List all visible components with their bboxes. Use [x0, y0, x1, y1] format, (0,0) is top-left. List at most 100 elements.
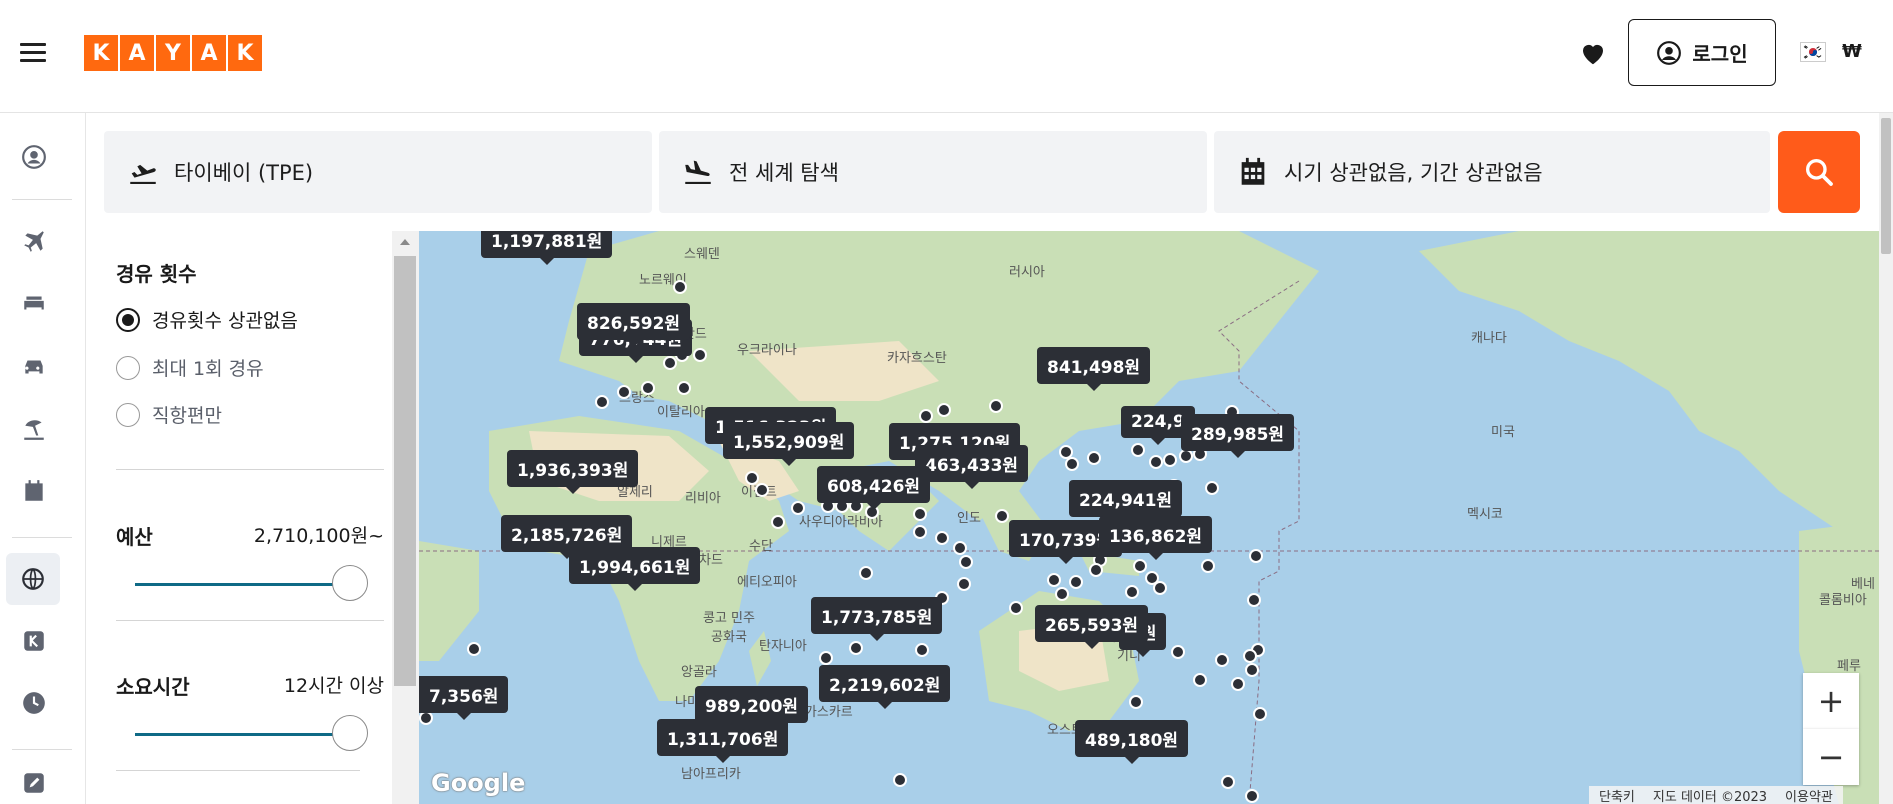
price-pin[interactable]: 224,941원 [1069, 480, 1183, 524]
destination-dot[interactable] [1193, 673, 1207, 687]
history-clock-icon[interactable] [16, 685, 52, 721]
price-pin[interactable]: 826,592원 [577, 303, 691, 347]
destination-dot[interactable] [1247, 593, 1261, 607]
destination-dot[interactable] [641, 381, 655, 395]
world-map[interactable]: 스웨덴 노르웨이 러시아 폴란드 우크라이나 카자흐스탄 몽골 프랑스 이탈리아… [419, 231, 1879, 804]
filter-scrollbar[interactable] [392, 231, 419, 804]
heart-icon[interactable] [1578, 38, 1608, 68]
price-pin[interactable]: 608,426원 [817, 466, 931, 510]
keyboard-shortcuts-link[interactable]: 단축키 [1599, 786, 1635, 804]
zoom-out-button[interactable]: − [1803, 729, 1859, 785]
destination-dot[interactable] [1087, 451, 1101, 465]
destination-dot[interactable] [1215, 653, 1229, 667]
destination-dot[interactable] [1221, 775, 1235, 789]
login-button[interactable]: 로그인 [1628, 19, 1776, 86]
explore-globe-icon[interactable] [6, 553, 60, 605]
destination-dot[interactable] [913, 525, 927, 539]
destination-dot[interactable] [791, 501, 805, 515]
stops-direct-radio[interactable]: 직항편만 [116, 401, 222, 428]
scroll-up-arrow-icon[interactable] [400, 239, 410, 245]
destination-dot[interactable] [935, 531, 949, 545]
price-pin[interactable]: 489,180원 [1075, 720, 1189, 764]
price-pin[interactable]: 463,433원 [915, 445, 1029, 489]
destination-dot[interactable] [1009, 601, 1023, 615]
price-pin[interactable]: 841,498원 [1037, 347, 1151, 391]
stops-one-radio[interactable]: 최대 1회 경유 [116, 354, 264, 381]
price-pin[interactable]: 136,862원 [1099, 516, 1213, 560]
destination-dot[interactable] [849, 641, 863, 655]
destination-dot[interactable] [957, 577, 971, 591]
destination-dot[interactable] [937, 403, 951, 417]
destination-dot[interactable] [1205, 481, 1219, 495]
zoom-in-button[interactable]: + [1803, 673, 1859, 729]
destination-dot[interactable] [959, 555, 973, 569]
destination-dot[interactable] [1133, 559, 1147, 573]
duration-slider-handle[interactable] [332, 715, 368, 751]
destination-dot[interactable] [913, 507, 927, 521]
destination-dot[interactable] [1231, 677, 1245, 691]
destination-dot[interactable] [1245, 663, 1259, 677]
price-pin[interactable]: 989,200원 [695, 686, 809, 730]
destination-dot[interactable] [919, 409, 933, 423]
scrollbar-thumb[interactable] [394, 256, 416, 686]
page-scrollbar-thumb[interactable] [1881, 118, 1891, 254]
destination-dot[interactable] [755, 483, 769, 497]
price-pin[interactable]: 1,311,706원 [657, 719, 789, 763]
price-pin[interactable]: 289,985원 [1181, 414, 1295, 458]
destination-dot[interactable] [1163, 453, 1177, 467]
destination-dot[interactable] [1253, 707, 1267, 721]
search-button[interactable] [1778, 131, 1860, 213]
budget-slider-handle[interactable] [332, 565, 368, 601]
destination-dot[interactable] [989, 399, 1003, 413]
destination-dot[interactable] [419, 711, 433, 725]
destination-dot[interactable] [677, 381, 691, 395]
destination-dot[interactable] [693, 348, 707, 362]
destination-dot[interactable] [1179, 449, 1193, 463]
destination-dot[interactable] [1125, 585, 1139, 599]
price-pin[interactable]: 1,552,909원 [723, 422, 855, 466]
destination-dot[interactable] [1055, 587, 1069, 601]
destination-dot[interactable] [1131, 443, 1145, 457]
destination-dot[interactable] [595, 395, 609, 409]
destination-dot[interactable] [1047, 573, 1061, 587]
destination-dot[interactable] [1243, 649, 1257, 663]
destination-dot[interactable] [1149, 455, 1163, 469]
destination-dot[interactable] [673, 280, 687, 294]
destination-dot[interactable] [1171, 645, 1185, 659]
hotels-icon[interactable] [16, 285, 52, 321]
destination-dot[interactable] [995, 509, 1009, 523]
korea-flag-icon[interactable] [1800, 42, 1826, 62]
destination-dot[interactable] [745, 471, 759, 485]
stops-any-radio[interactable]: 경유횟수 상관없음 [116, 306, 298, 333]
dates-field[interactable]: 시기 상관없음, 기간 상관없음 [1214, 131, 1770, 213]
price-pin[interactable]: 1,936,393원 [507, 450, 639, 494]
origin-field[interactable]: 타이베이 (TPE) [104, 131, 652, 213]
price-pin[interactable]: 1,773,785원 [811, 597, 943, 641]
page-scrollbar[interactable] [1879, 113, 1893, 804]
terms-link[interactable]: 이용약관 [1785, 786, 1833, 804]
destination-dot[interactable] [1065, 457, 1079, 471]
destination-dot[interactable] [1245, 789, 1259, 803]
account-icon[interactable] [16, 139, 52, 175]
destination-dot[interactable] [1201, 559, 1215, 573]
destination-dot[interactable] [893, 773, 907, 787]
kayak-k-icon[interactable] [16, 623, 52, 659]
destination-dot[interactable] [1249, 549, 1263, 563]
destination-dot[interactable] [1153, 581, 1167, 595]
destination-dot[interactable] [1069, 575, 1083, 589]
currency-selector[interactable]: ₩ [1842, 41, 1862, 62]
destination-dot[interactable] [819, 651, 833, 665]
destination-dot[interactable] [467, 642, 481, 656]
packages-beach-icon[interactable] [16, 411, 52, 447]
price-pin[interactable]: 1,994,661원 [569, 547, 701, 591]
menu-icon[interactable] [20, 43, 46, 63]
kayak-logo[interactable]: K A Y A K [84, 35, 262, 71]
price-pin[interactable]: 2,219,602원 [819, 665, 951, 709]
destination-dot[interactable] [1129, 695, 1143, 709]
flights-icon[interactable] [16, 223, 52, 259]
price-pin[interactable]: 265,593원 [1035, 605, 1149, 649]
destination-field[interactable]: 전 세계 탐색 [659, 131, 1207, 213]
destination-dot[interactable] [771, 515, 785, 529]
destination-dot[interactable] [859, 566, 873, 580]
price-pin[interactable]: 7,356원 [419, 676, 509, 720]
